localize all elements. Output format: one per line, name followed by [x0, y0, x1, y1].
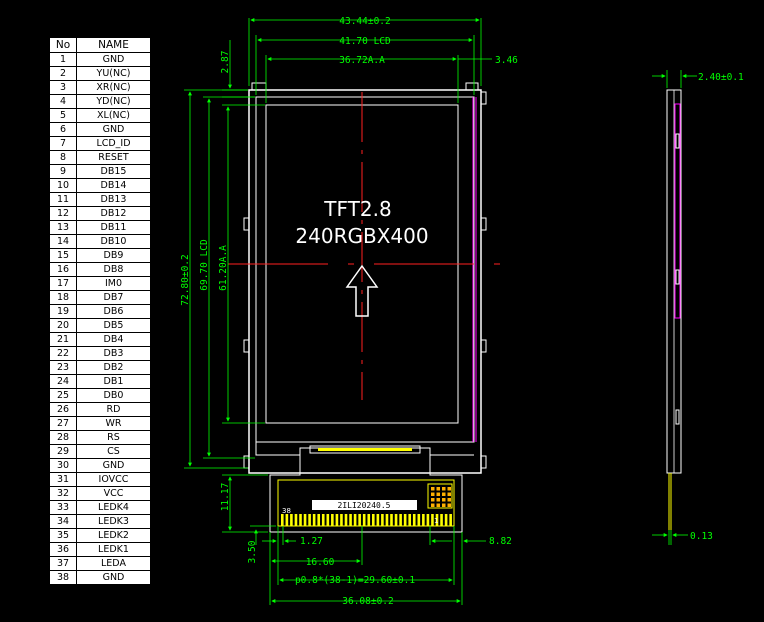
fpc-gold-fingers — [281, 514, 452, 526]
top-right-tab — [465, 82, 479, 90]
fpc-pin-38-label: 38 — [282, 507, 291, 515]
dim-fpc-1-27: 1.27 — [300, 536, 323, 547]
fpc-finger — [340, 514, 343, 526]
fpc-finger — [403, 514, 407, 526]
dim-side-3-46: 3.46 — [495, 55, 518, 66]
fpc-finger — [290, 514, 293, 526]
fpc-pad — [431, 498, 435, 502]
module-outline — [248, 89, 482, 474]
dim-aa-width: 36.72A.A — [339, 55, 385, 66]
fpc-pad — [442, 492, 446, 496]
dim-pitch: p0.8*(38-1)=29.60±0.1 — [295, 575, 415, 586]
dim-lcd-width: 41.70 LCD — [339, 36, 391, 47]
fpc-finger — [308, 514, 311, 526]
dim-overall-height: 72.80±0.2 — [180, 254, 191, 305]
dim-fpc-11-17: 11.17 — [220, 483, 231, 512]
side-view: 2.40±0.1 0.13 — [652, 70, 744, 545]
fpc-pin-1-label: 1 — [434, 517, 438, 525]
fpc-component-pads — [431, 487, 451, 507]
dim-fpc-16-60: 16.60 — [306, 557, 335, 568]
dim-fpc-3-50: 3.50 — [247, 540, 258, 563]
dim-thickness: 2.40±0.1 — [698, 72, 744, 83]
fpc-finger — [362, 514, 366, 526]
fpc-finger — [449, 514, 452, 526]
fpc-finger — [417, 514, 421, 526]
fpc-pad — [431, 492, 435, 496]
fpc-pad — [447, 503, 451, 507]
fpc-finger — [408, 514, 411, 526]
fpc-pad — [447, 498, 451, 502]
fpc-finger — [385, 514, 389, 526]
dim-fpc-width: 36.08±0.2 — [342, 596, 393, 607]
fpc-finger — [299, 514, 302, 526]
lcd-mechanical-drawing: TFT2.8 240RGBX400 2ILI20240.5 38 1 43.44… — [180, 16, 744, 607]
top-left-tab — [251, 82, 267, 90]
fpc-finger — [376, 514, 380, 526]
fpc-finger — [303, 514, 307, 526]
fpc-finger — [372, 514, 375, 526]
screen-label-line1: TFT2.8 — [323, 197, 391, 221]
fpc-pad — [447, 487, 451, 491]
fpc-part-label: 2ILI20240.5 — [338, 501, 391, 510]
fpc-finger — [312, 514, 316, 526]
fpc-finger — [349, 514, 352, 526]
fpc-pad — [436, 487, 440, 491]
fpc-pad — [436, 498, 440, 502]
fpc-finger — [426, 514, 430, 526]
fpc: 2ILI20240.5 38 1 — [269, 455, 463, 533]
fpc-finger — [367, 514, 371, 526]
fpc-finger — [294, 514, 298, 526]
fpc-pad — [442, 487, 446, 491]
fpc-finger — [281, 514, 284, 526]
dim-lcd-height: 69.70 LCD — [199, 239, 210, 291]
fpc-finger — [399, 514, 402, 526]
fpc-finger — [440, 514, 443, 526]
screen-label-line2: 240RGBX400 — [295, 224, 428, 248]
fpc-finger — [444, 514, 448, 526]
fpc-pad — [447, 492, 451, 496]
fpc-finger — [412, 514, 416, 526]
fpc-finger — [285, 514, 289, 526]
fpc-pad — [436, 503, 440, 507]
fpc-pad — [442, 503, 446, 507]
fpc-finger — [358, 514, 361, 526]
dim-top-2-87: 2.87 — [220, 51, 231, 74]
fpc-finger — [331, 514, 334, 526]
fpc-pad — [436, 492, 440, 496]
fpc-finger — [394, 514, 398, 526]
fpc-finger — [317, 514, 320, 526]
fpc-finger — [422, 514, 425, 526]
front-view: TFT2.8 240RGBX400 — [228, 82, 500, 474]
fpc-pad — [442, 498, 446, 502]
fpc-finger — [344, 514, 348, 526]
fpc-finger — [326, 514, 330, 526]
fpc-pad — [431, 487, 435, 491]
dim-fpc-thickness: 0.13 — [690, 531, 713, 542]
fpc-finger — [390, 514, 393, 526]
fpc-finger — [335, 514, 339, 526]
dim-aa-height: 61.20A.A — [218, 245, 229, 291]
fpc-finger — [321, 514, 325, 526]
dim-fpc-8-82: 8.82 — [489, 536, 512, 547]
fpc-pad — [431, 503, 435, 507]
fpc-finger — [381, 514, 384, 526]
fpc-finger — [353, 514, 357, 526]
dim-overall-width: 43.44±0.2 — [339, 16, 390, 27]
